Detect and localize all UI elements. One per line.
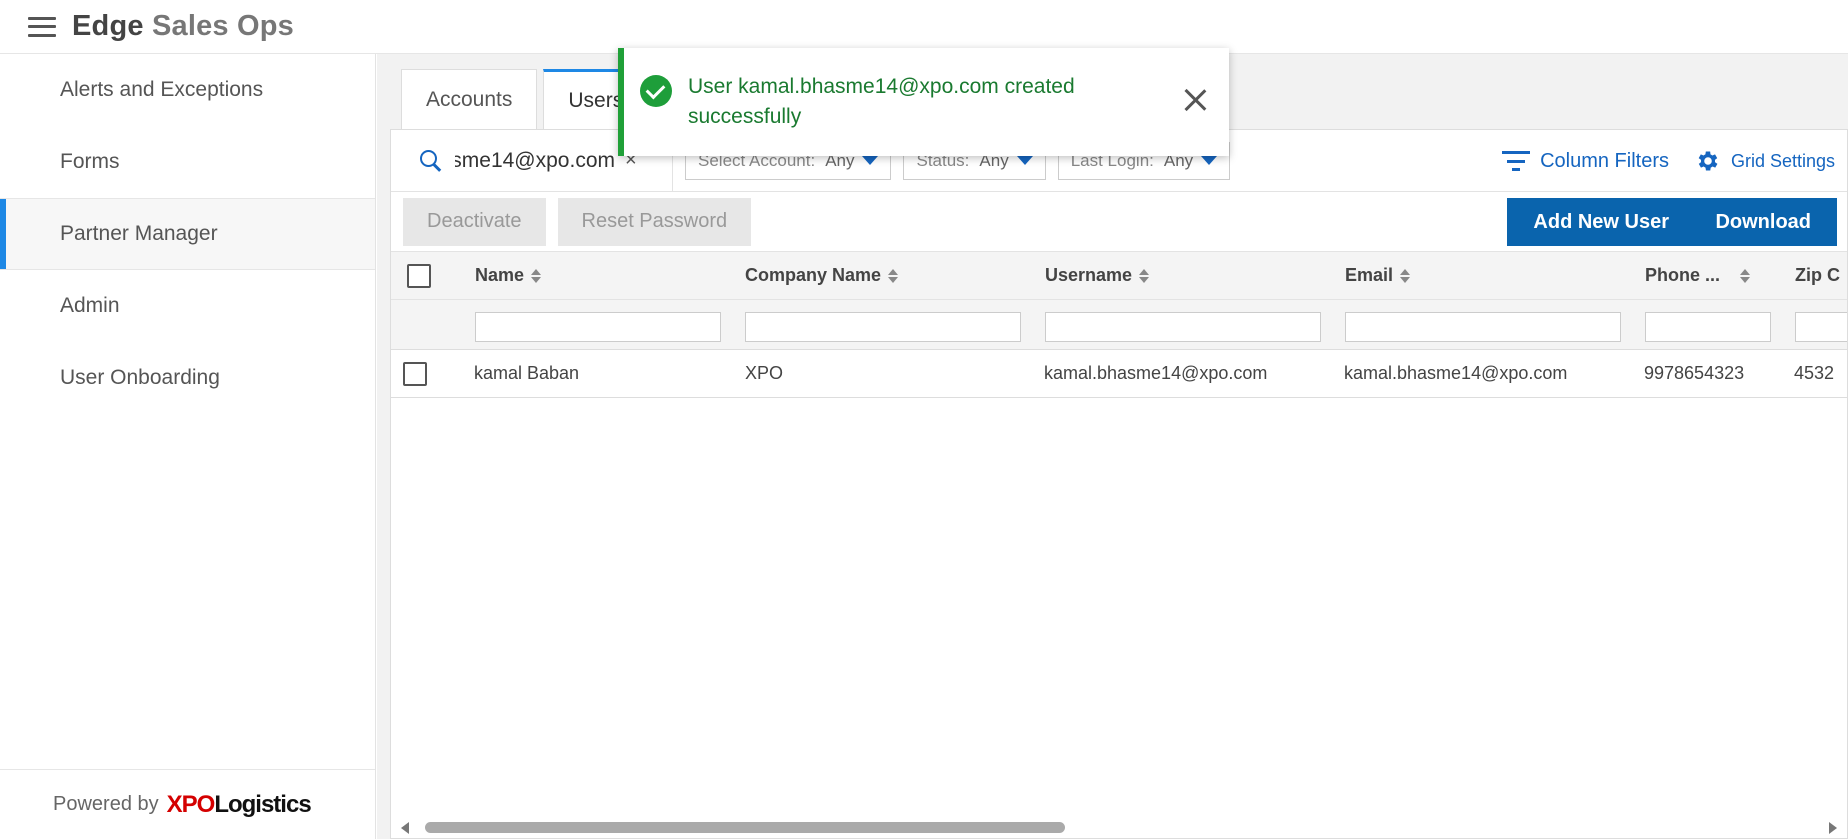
chevron-down-icon [1016, 156, 1033, 165]
username-filter-input[interactable] [1045, 312, 1321, 342]
powered-by-footer: Powered by XPOLogistics [0, 769, 375, 839]
sidebar-item-partner-manager[interactable]: Partner Manager [0, 198, 375, 270]
column-header-company-name[interactable]: Company Name [745, 252, 899, 299]
column-header-phone[interactable]: Phone ... [1645, 252, 1765, 299]
grid-header: Name Company Name Username Email Phone .… [391, 252, 1847, 300]
cell-email: kamal.bhasme14@xpo.com [1344, 363, 1568, 383]
scrollbar-thumb[interactable] [425, 822, 1065, 833]
success-toast: User kamal.bhasme14@xpo.com created succ… [618, 48, 1229, 156]
column-header-email[interactable]: Email [1345, 252, 1411, 299]
column-filters-button[interactable]: Column Filters [1502, 130, 1669, 192]
column-header-username[interactable]: Username [1045, 252, 1150, 299]
grid-settings-button[interactable]: Grid Settings [1695, 130, 1835, 192]
sidebar-item-forms[interactable]: Forms [0, 126, 375, 198]
tab-bar: Accounts Users [401, 69, 654, 129]
column-header-name[interactable]: Name [475, 252, 542, 299]
scroll-left-icon[interactable] [401, 822, 409, 834]
table-row[interactable]: kamal Baban XPO kamal.bhasme14@xpo.com k… [391, 350, 1847, 398]
select-all-checkbox[interactable] [407, 263, 431, 288]
search-input[interactable] [455, 148, 615, 173]
deactivate-button[interactable]: Deactivate [403, 197, 546, 246]
sidebar-item-admin[interactable]: Admin [0, 270, 375, 342]
chevron-down-icon [862, 156, 879, 165]
filter-icon [1502, 151, 1531, 171]
sort-icon [888, 268, 899, 283]
zip-code-filter-input[interactable] [1795, 312, 1847, 342]
sort-icon [1740, 268, 1751, 283]
column-header-zip-code[interactable]: Zip C [1795, 252, 1847, 299]
chevron-down-icon [1201, 156, 1218, 165]
toast-message: User kamal.bhasme14@xpo.com created succ… [688, 75, 1075, 128]
sort-icon [1139, 268, 1150, 283]
cell-username: kamal.bhasme14@xpo.com [1044, 363, 1268, 383]
app-title: Edge Sales Ops [72, 10, 295, 42]
action-bar: Deactivate Reset Password Add New User D… [391, 192, 1847, 252]
sidebar-item-alerts-and-exceptions[interactable]: Alerts and Exceptions [0, 54, 375, 126]
scroll-right-icon[interactable] [1829, 822, 1837, 834]
add-new-user-button[interactable]: Add New User [1507, 198, 1695, 246]
download-button[interactable]: Download [1689, 198, 1837, 246]
company-name-filter-input[interactable] [745, 312, 1021, 342]
column-filter-row [391, 300, 1847, 350]
search-icon [419, 149, 443, 173]
close-icon[interactable] [1183, 88, 1207, 112]
top-bar: Edge Sales Ops [0, 0, 1848, 54]
row-checkbox[interactable] [403, 361, 427, 386]
cell-name: kamal Baban [474, 363, 580, 383]
sort-icon [1400, 268, 1411, 283]
main-content: Accounts Users × Select Account: Any Sta… [377, 54, 1848, 839]
sidebar: Alerts and Exceptions Forms Partner Mana… [0, 54, 376, 839]
users-panel: × Select Account: Any Status: Any Last L… [390, 129, 1848, 839]
phone-filter-input[interactable] [1645, 312, 1771, 342]
horizontal-scrollbar[interactable] [391, 816, 1847, 838]
cell-zip-code: 4532 [1794, 363, 1835, 383]
cell-phone: 9978654323 [1644, 363, 1745, 383]
cell-company-name: XPO [745, 363, 784, 383]
tab-accounts[interactable]: Accounts [401, 69, 538, 129]
sidebar-item-user-onboarding[interactable]: User Onboarding [0, 342, 375, 414]
name-filter-input[interactable] [475, 312, 721, 342]
email-filter-input[interactable] [1345, 312, 1621, 342]
xpo-logistics-logo: XPOLogistics [166, 790, 312, 818]
gear-icon [1695, 148, 1721, 174]
sort-icon [531, 268, 542, 283]
check-circle-icon [640, 75, 672, 107]
hamburger-menu-icon[interactable] [28, 16, 56, 37]
reset-password-button[interactable]: Reset Password [557, 197, 752, 246]
